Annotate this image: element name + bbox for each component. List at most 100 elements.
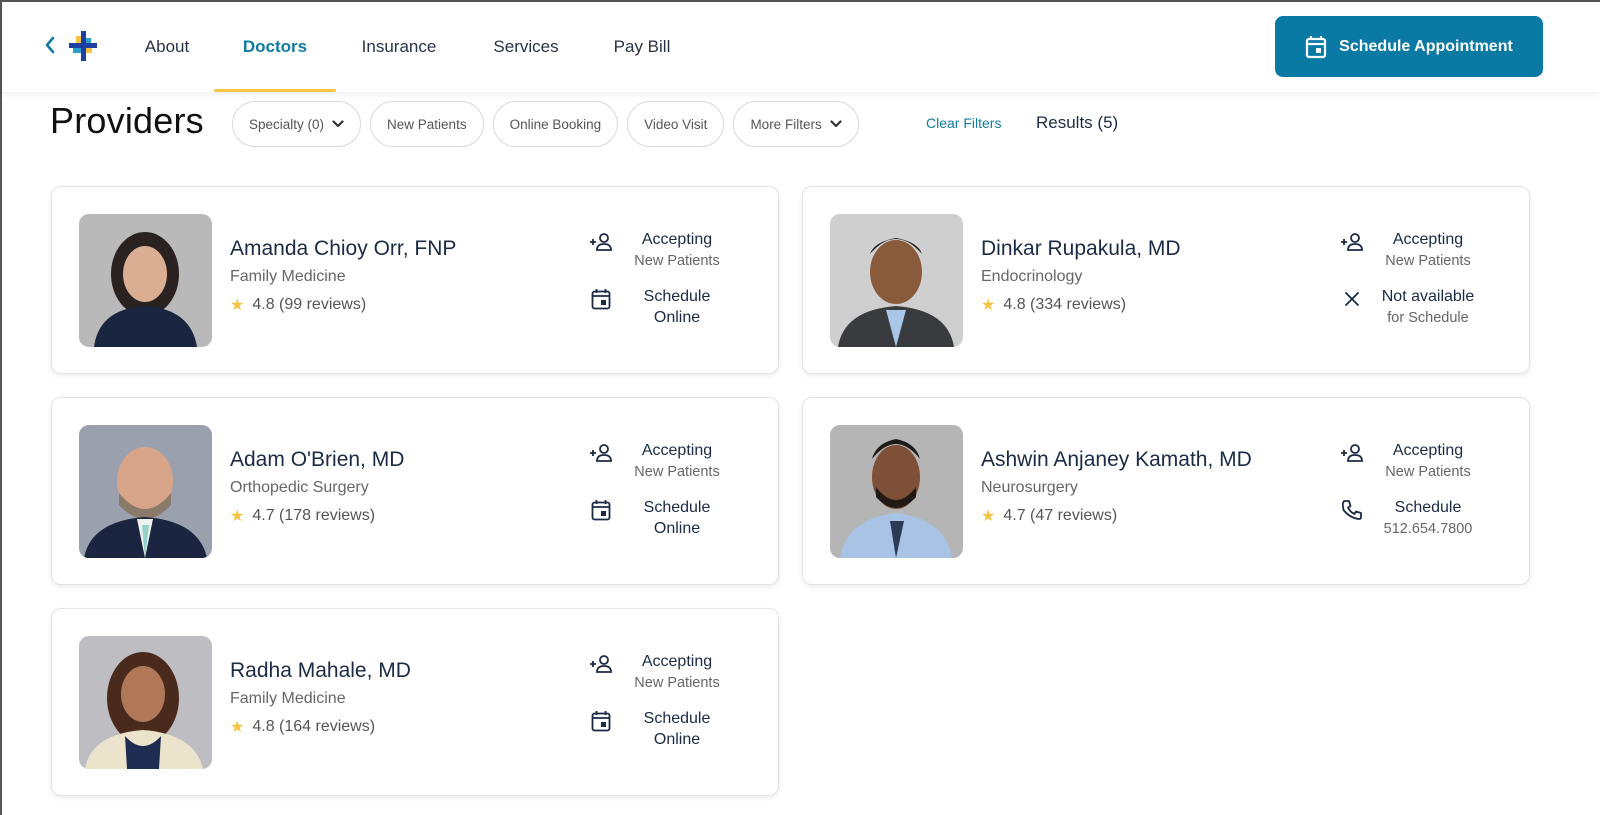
filter-specialty[interactable]: Specialty (0) [232, 101, 362, 147]
provider-rating: ★ 4.8 (99 reviews) [230, 295, 456, 315]
schedule-status: Not available for Schedule [1339, 286, 1519, 329]
provider-status: Accepting New Patients Schedule Online [588, 440, 768, 540]
provider-photo[interactable] [830, 425, 963, 558]
calendar-icon [588, 497, 614, 523]
star-icon: ★ [981, 508, 996, 525]
avatar-placeholder-icon [79, 425, 212, 558]
provider-status: Accepting New Patients Schedule Online [588, 651, 768, 751]
provider-name[interactable]: Amanda Chioy Orr, FNP [230, 237, 456, 261]
schedule-sub: Online [653, 731, 701, 748]
avatar-placeholder-icon [830, 425, 963, 558]
schedule-sub: Online [653, 309, 701, 326]
provider-card[interactable]: Dinkar Rupakula, MD Endocrinology ★ 4.8 … [802, 186, 1530, 374]
provider-specialty: Orthopedic Surgery [230, 479, 369, 496]
provider-rating: ★ 4.7 (47 reviews) [981, 506, 1252, 526]
filter-online-booking[interactable]: Online Booking [492, 101, 619, 147]
accepting-label: Accepting [641, 442, 713, 459]
filter-new-patients-label: New Patients [387, 116, 467, 132]
schedule-label: Schedule [643, 288, 711, 305]
provider-photo[interactable] [79, 425, 212, 558]
brand-logo[interactable] [68, 30, 98, 62]
accepting-status: Accepting New Patients [588, 229, 768, 272]
person-add-icon [588, 651, 614, 677]
results-count: Results (5) [1036, 113, 1119, 132]
provider-photo[interactable] [79, 214, 212, 347]
avatar-placeholder-icon [79, 636, 212, 769]
accepting-label: Accepting [641, 653, 713, 670]
provider-name[interactable]: Dinkar Rupakula, MD [981, 237, 1181, 261]
accepting-sub: New Patients [634, 675, 720, 691]
top-nav-bar: About Doctors Insurance Services Pay Bil… [2, 2, 1600, 92]
rating-text: 4.8 (164 reviews) [252, 718, 376, 735]
calendar-icon [588, 708, 614, 734]
provider-card[interactable]: Radha Mahale, MD Family Medicine ★ 4.8 (… [51, 608, 779, 796]
schedule-sub: for Schedule [1387, 310, 1469, 326]
chevron-down-icon [332, 120, 344, 128]
avatar-placeholder-icon [79, 214, 212, 347]
schedule-label: Schedule [1394, 499, 1462, 516]
schedule-status[interactable]: Schedule 512.654.7800 [1339, 497, 1519, 540]
schedule-status[interactable]: Schedule Online [588, 708, 768, 751]
schedule-status[interactable]: Schedule Online [588, 286, 768, 329]
provider-photo[interactable] [79, 636, 212, 769]
accepting-label: Accepting [1392, 442, 1464, 459]
provider-specialty: Family Medicine [230, 690, 346, 707]
provider-rating: ★ 4.7 (178 reviews) [230, 506, 404, 526]
provider-info: Dinkar Rupakula, MD Endocrinology ★ 4.8 … [981, 237, 1181, 315]
back-button[interactable] [40, 32, 60, 58]
calendar-icon [1306, 35, 1327, 58]
accepting-sub: New Patients [1385, 464, 1471, 480]
avatar-placeholder-icon [830, 214, 963, 347]
provider-name[interactable]: Radha Mahale, MD [230, 659, 411, 683]
accepting-label: Accepting [1392, 231, 1464, 248]
provider-specialty: Neurosurgery [981, 479, 1078, 496]
filter-online-booking-label: Online Booking [509, 116, 602, 132]
schedule-label: Schedule [643, 710, 711, 727]
nav-services[interactable]: Services [462, 2, 590, 92]
nav-insurance[interactable]: Insurance [336, 2, 462, 92]
provider-name[interactable]: Adam O'Brien, MD [230, 448, 404, 472]
schedule-status[interactable]: Schedule Online [588, 497, 768, 540]
accepting-sub: New Patients [1385, 253, 1471, 269]
person-add-icon [588, 229, 614, 255]
filter-more-filters[interactable]: More Filters [733, 101, 859, 147]
accepting-status: Accepting New Patients [588, 440, 768, 483]
schedule-phone[interactable]: 512.654.7800 [1373, 518, 1483, 540]
filter-specialty-label: Specialty (0) [249, 116, 325, 132]
main-nav: About Doctors Insurance Services Pay Bil… [120, 2, 694, 92]
close-icon [1339, 286, 1365, 312]
rating-text: 4.8 (99 reviews) [252, 296, 367, 313]
filter-video-visit[interactable]: Video Visit [627, 101, 725, 147]
nav-pay-bill[interactable]: Pay Bill [590, 2, 694, 92]
nav-doctors[interactable]: Doctors [214, 2, 336, 92]
schedule-label: Schedule [643, 499, 711, 516]
provider-photo[interactable] [830, 214, 963, 347]
schedule-sub: Online [653, 520, 701, 537]
chevron-down-icon [830, 120, 842, 128]
provider-rating: ★ 4.8 (164 reviews) [230, 717, 411, 737]
logo-cross-icon [69, 31, 97, 61]
provider-card[interactable]: Amanda Chioy Orr, FNP Family Medicine ★ … [51, 186, 779, 374]
clear-filters-link[interactable]: Clear Filters [926, 115, 1001, 131]
provider-rating: ★ 4.8 (334 reviews) [981, 295, 1181, 315]
filter-new-patients[interactable]: New Patients [370, 101, 484, 147]
accepting-sub: New Patients [634, 464, 720, 480]
accepting-status: Accepting New Patients [1339, 229, 1519, 272]
provider-info: Adam O'Brien, MD Orthopedic Surgery ★ 4.… [230, 448, 404, 526]
nav-about[interactable]: About [120, 2, 214, 92]
provider-card[interactable]: Adam O'Brien, MD Orthopedic Surgery ★ 4.… [51, 397, 779, 585]
schedule-appointment-button[interactable]: Schedule Appointment [1275, 16, 1543, 77]
calendar-icon [588, 286, 614, 312]
accepting-status: Accepting New Patients [588, 651, 768, 694]
person-add-icon [1339, 440, 1365, 466]
provider-name[interactable]: Ashwin Anjaney Kamath, MD [981, 448, 1252, 472]
accepting-label: Accepting [641, 231, 713, 248]
provider-info: Radha Mahale, MD Family Medicine ★ 4.8 (… [230, 659, 411, 737]
star-icon: ★ [230, 719, 245, 736]
accepting-sub: New Patients [634, 253, 720, 269]
rating-text: 4.8 (334 reviews) [1003, 296, 1127, 313]
provider-card[interactable]: Ashwin Anjaney Kamath, MD Neurosurgery ★… [802, 397, 1530, 585]
filter-bar: Specialty (0) New Patients Online Bookin… [232, 101, 859, 147]
person-add-icon [588, 440, 614, 466]
star-icon: ★ [981, 297, 996, 314]
